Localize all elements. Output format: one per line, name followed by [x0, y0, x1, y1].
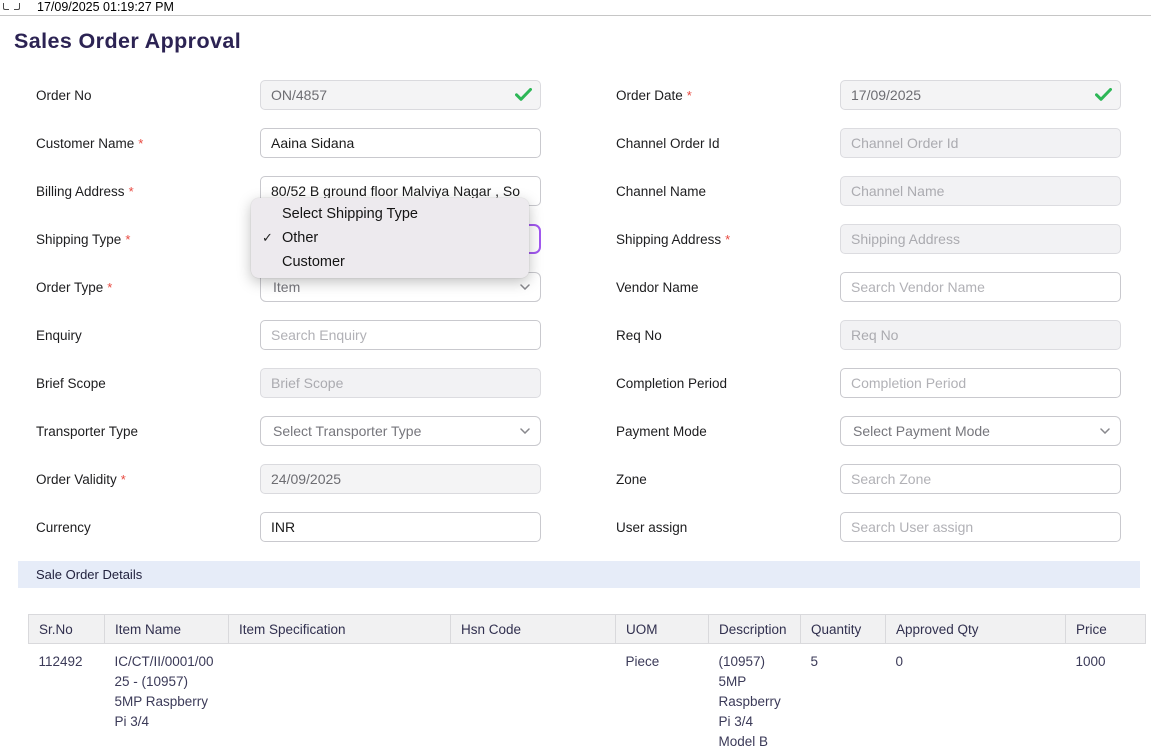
order-date-field[interactable] — [840, 80, 1121, 110]
page-title: Sales Order Approval — [14, 29, 1151, 54]
order-no-label: Order No — [0, 88, 260, 103]
chevron-down-icon — [520, 284, 530, 290]
col-item-specification: Item Specification — [229, 615, 451, 644]
channel-order-id-field — [840, 128, 1121, 158]
order-type-label: Order Type* — [0, 280, 260, 295]
vendor-name-field[interactable] — [840, 272, 1121, 302]
channel-order-id-label: Channel Order Id — [576, 136, 840, 151]
sale-order-details-table: Sr.No Item Name Item Specification Hsn C… — [28, 614, 1146, 752]
dropdown-option-other[interactable]: ✓Other — [251, 226, 529, 250]
topbar: 17/09/2025 01:19:27 PM — [0, 0, 1151, 16]
currency-label: Currency — [0, 520, 260, 535]
col-hsn-code: Hsn Code — [451, 615, 616, 644]
cell-item-specification — [229, 644, 451, 752]
required-asterisk: * — [121, 472, 126, 487]
completion-period-row: Completion Period — [576, 359, 1151, 407]
transporter-type-label: Transporter Type — [0, 424, 260, 439]
table-row: 112492 IC/CT/II/0001/0025 - (10957) 5MP … — [29, 644, 1146, 752]
col-item-name: Item Name — [105, 615, 229, 644]
selected-check-icon: ✓ — [262, 226, 273, 250]
brief-scope-row: Brief Scope — [0, 359, 576, 407]
brief-scope-label: Brief Scope — [0, 376, 260, 391]
req-no-row: Req No — [576, 311, 1151, 359]
required-asterisk: * — [125, 232, 130, 247]
shipping-type-label: Shipping Type* — [0, 232, 260, 247]
fullscreen-corners-icon[interactable] — [3, 3, 20, 10]
cell-approved-qty: 0 — [886, 644, 1066, 752]
col-uom: UOM — [616, 615, 709, 644]
datetime-text: 17/09/2025 01:19:27 PM — [37, 0, 174, 14]
cell-item-name: IC/CT/II/0001/0025 - (10957) 5MP Raspber… — [105, 644, 229, 752]
transporter-type-select[interactable]: Select Transporter Type — [260, 416, 541, 446]
required-asterisk: * — [107, 280, 112, 295]
table-header-row: Sr.No Item Name Item Specification Hsn C… — [29, 615, 1146, 644]
user-assign-field[interactable] — [840, 512, 1121, 542]
billing-address-label: Billing Address* — [0, 184, 260, 199]
cell-quantity: 5 — [801, 644, 886, 752]
brief-scope-field — [260, 368, 541, 398]
cell-uom: Piece — [616, 644, 709, 752]
cell-price: 1000 — [1066, 644, 1146, 752]
zone-row: Zone — [576, 455, 1151, 503]
dropdown-option-customer[interactable]: Customer — [251, 250, 529, 274]
required-asterisk: * — [725, 232, 730, 247]
currency-row: Currency — [0, 503, 576, 551]
dropdown-option-select-shipping-type[interactable]: Select Shipping Type — [251, 202, 529, 226]
sale-order-details-header: Sale Order Details — [18, 561, 1140, 588]
chevron-down-icon — [520, 428, 530, 434]
required-asterisk: * — [687, 88, 692, 103]
transporter-type-row: Transporter Type Select Transporter Type — [0, 407, 576, 455]
col-description: Description — [709, 615, 801, 644]
user-assign-label: User assign — [576, 520, 840, 535]
req-no-field — [840, 320, 1121, 350]
col-sr-no: Sr.No — [29, 615, 105, 644]
order-no-field[interactable] — [260, 80, 541, 110]
channel-name-label: Channel Name — [576, 184, 840, 199]
col-price: Price — [1066, 615, 1146, 644]
completion-period-label: Completion Period — [576, 376, 840, 391]
order-no-row: Order No — [0, 71, 576, 119]
order-validity-label: Order Validity* — [0, 472, 260, 487]
shipping-address-row: Shipping Address* — [576, 215, 1151, 263]
payment-mode-select[interactable]: Select Payment Mode — [840, 416, 1121, 446]
cell-description: (10957) 5MP Raspberry Pi 3/4 Model B — [709, 644, 801, 752]
user-assign-row: User assign — [576, 503, 1151, 551]
enquiry-field[interactable] — [260, 320, 541, 350]
zone-field[interactable] — [840, 464, 1121, 494]
channel-name-field — [840, 176, 1121, 206]
required-asterisk: * — [129, 184, 134, 199]
zone-label: Zone — [576, 472, 840, 487]
shipping-address-label: Shipping Address* — [576, 232, 840, 247]
enquiry-label: Enquiry — [0, 328, 260, 343]
vendor-name-row: Vendor Name — [576, 263, 1151, 311]
customer-name-row: Customer Name* — [0, 119, 576, 167]
channel-name-row: Channel Name — [576, 167, 1151, 215]
cell-sr-no: 112492 — [29, 644, 105, 752]
vendor-name-label: Vendor Name — [576, 280, 840, 295]
order-form: Order No Customer Name* Billing Address*… — [0, 71, 1151, 551]
order-validity-field[interactable] — [260, 464, 541, 494]
currency-field[interactable] — [260, 512, 541, 542]
customer-name-label: Customer Name* — [0, 136, 260, 151]
required-asterisk: * — [138, 136, 143, 151]
channel-order-id-row: Channel Order Id — [576, 119, 1151, 167]
col-quantity: Quantity — [801, 615, 886, 644]
payment-mode-label: Payment Mode — [576, 424, 840, 439]
completion-period-field[interactable] — [840, 368, 1121, 398]
order-validity-row: Order Validity* — [0, 455, 576, 503]
req-no-label: Req No — [576, 328, 840, 343]
customer-name-field[interactable] — [260, 128, 541, 158]
cell-hsn-code — [451, 644, 616, 752]
order-date-row: Order Date* — [576, 71, 1151, 119]
shipping-type-dropdown-menu: Select Shipping Type ✓Other Customer — [251, 198, 529, 278]
shipping-address-field — [840, 224, 1121, 254]
payment-mode-row: Payment Mode Select Payment Mode — [576, 407, 1151, 455]
order-date-label: Order Date* — [576, 88, 840, 103]
col-approved-qty: Approved Qty — [886, 615, 1066, 644]
chevron-down-icon — [1100, 428, 1110, 434]
shipping-type-row: Shipping Type* Other Select Shipping Typ… — [0, 215, 576, 263]
enquiry-row: Enquiry — [0, 311, 576, 359]
